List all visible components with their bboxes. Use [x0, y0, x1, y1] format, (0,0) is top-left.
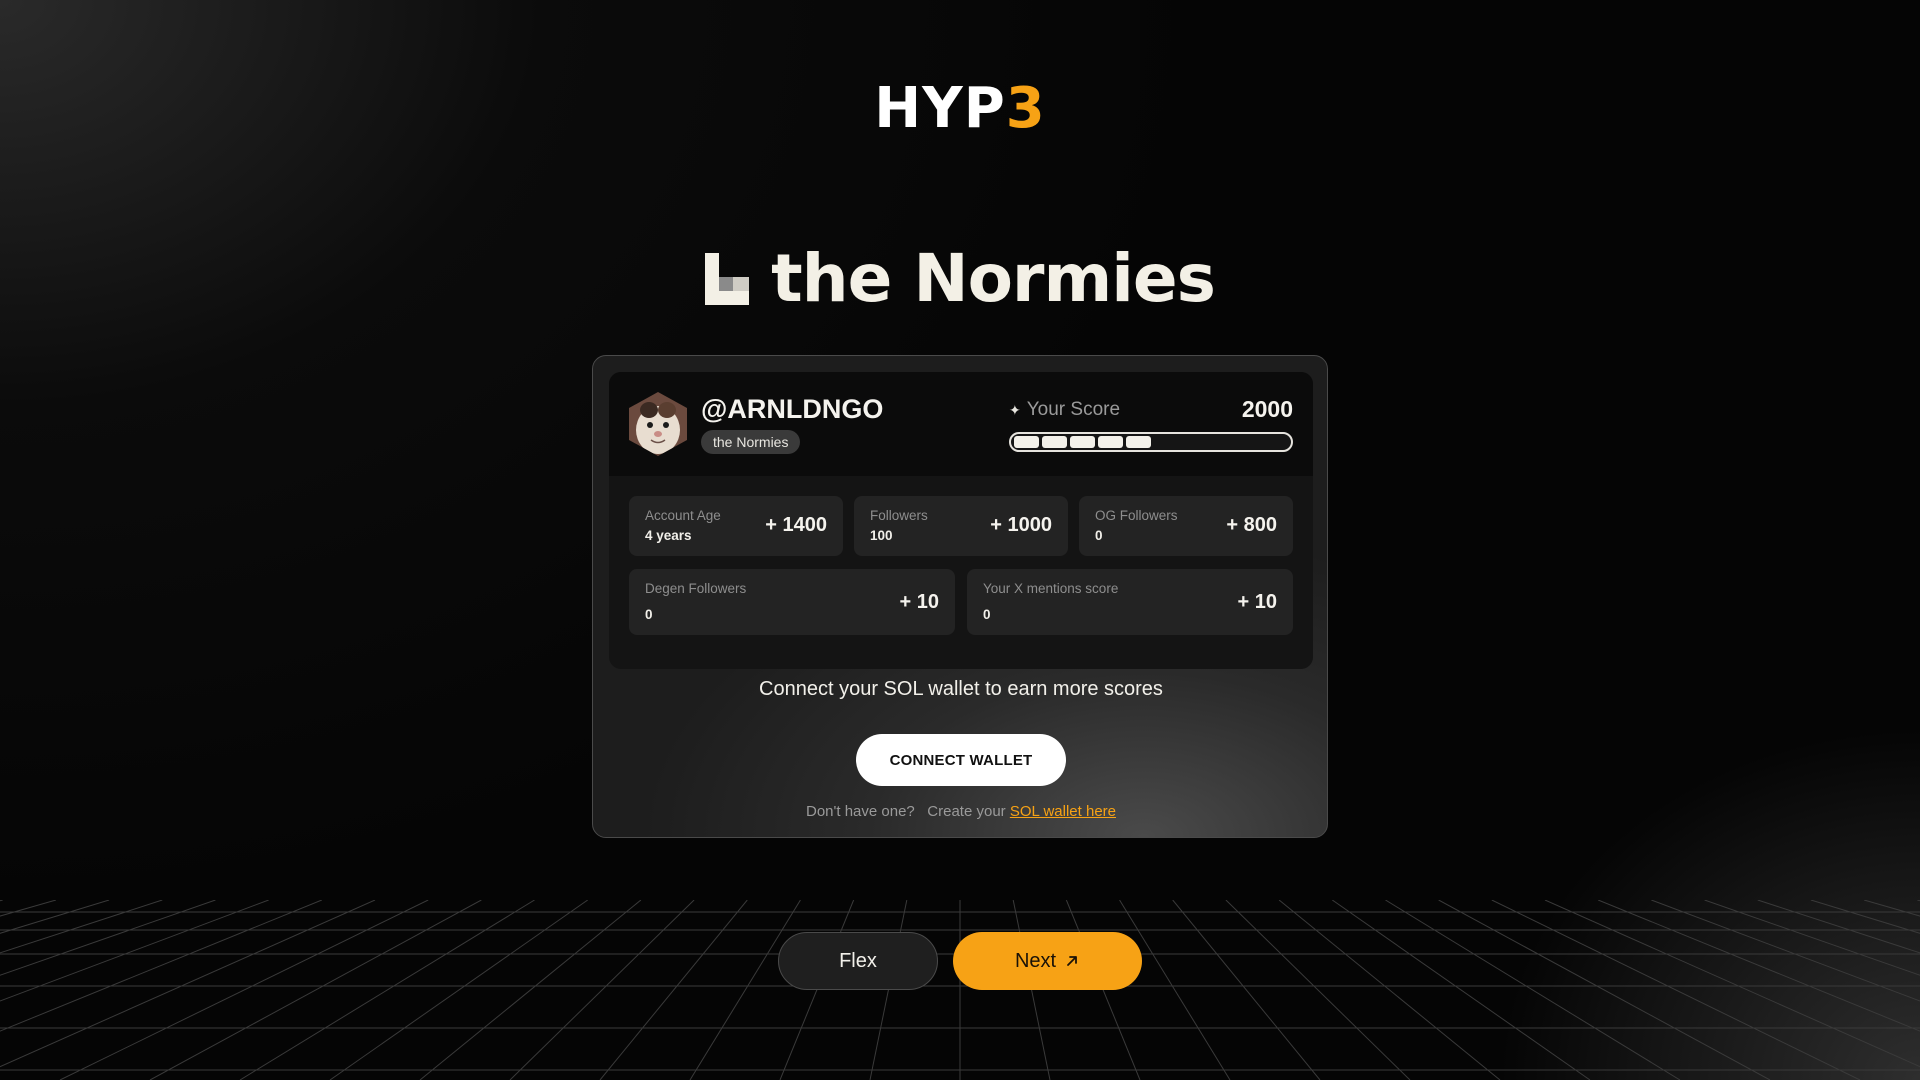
page-heading: the Normies — [0, 240, 1920, 317]
flex-button[interactable]: Flex — [778, 932, 938, 990]
stat-label: Degen Followers — [645, 581, 747, 596]
stat-degen-followers: Degen Followers 0 + 10 — [629, 569, 955, 635]
tier-badge: the Normies — [701, 430, 801, 454]
progress-segment — [1014, 436, 1039, 448]
stat-value: 4 years — [645, 528, 692, 543]
profile-panel: @ARNLDNGO the Normies ✦ Your Score 2000 A… — [609, 372, 1313, 669]
username: @ARNLDNGO — [701, 394, 884, 424]
stat-label: Account Age — [645, 508, 721, 523]
stat-x-mentions: Your X mentions score 0 + 10 — [967, 569, 1293, 635]
stat-points: + 1400 — [765, 514, 827, 536]
stat-points: + 800 — [1226, 514, 1277, 536]
wallet-helper-text: Don't have one? Create your SOL wallet h… — [593, 803, 1329, 820]
stat-og-followers: OG Followers 0 + 800 — [1079, 496, 1293, 556]
avatar — [629, 392, 687, 456]
stat-value: 100 — [870, 528, 893, 543]
helper-prefix: Don't have one? — [805, 803, 915, 820]
stat-points: + 10 — [1237, 591, 1277, 613]
app-logo: HYP3 — [874, 76, 1046, 141]
progress-segment — [1098, 436, 1123, 448]
stat-value: 0 — [983, 607, 991, 622]
connect-wallet-button[interactable]: CONNECT WALLET — [856, 734, 1066, 786]
progress-segment — [1126, 436, 1151, 448]
stat-account-age: Account Age 4 years + 1400 — [629, 496, 843, 556]
arrow-up-right-icon — [1067, 956, 1077, 966]
normies-logo-icon — [705, 252, 750, 305]
page-title: the Normies — [771, 240, 1216, 317]
stat-followers: Followers 100 + 1000 — [854, 496, 1068, 556]
helper-middle: Create your — [927, 803, 1006, 820]
profile-header: @ARNLDNGO the Normies ✦ Your Score 2000 — [609, 372, 1313, 476]
create-wallet-link[interactable]: SOL wallet here — [1010, 803, 1116, 820]
progress-segment — [1042, 436, 1067, 448]
stat-points: + 10 — [899, 591, 939, 613]
score-progress-bar — [1009, 432, 1293, 452]
connect-wallet-prompt: Connect your SOL wallet to earn more sco… — [759, 678, 1163, 700]
grid-floor — [0, 900, 1920, 1080]
stat-label: OG Followers — [1095, 508, 1178, 523]
score-value: 2000 — [1241, 396, 1293, 422]
stat-label: Followers — [870, 508, 928, 523]
score-card: @ARNLDNGO the Normies ✦ Your Score 2000 A… — [592, 355, 1328, 838]
progress-segment — [1070, 436, 1095, 448]
sparkle-icon: ✦ — [1009, 402, 1021, 418]
stat-points: + 1000 — [990, 514, 1052, 536]
stat-value: 0 — [645, 607, 653, 622]
stat-value: 0 — [1095, 528, 1103, 543]
stat-label: Your X mentions score — [983, 581, 1119, 596]
next-button-label: Next — [1014, 949, 1057, 972]
score-label: ✦ Your Score — [1009, 399, 1121, 420]
next-button[interactable]: Next — [953, 932, 1142, 990]
